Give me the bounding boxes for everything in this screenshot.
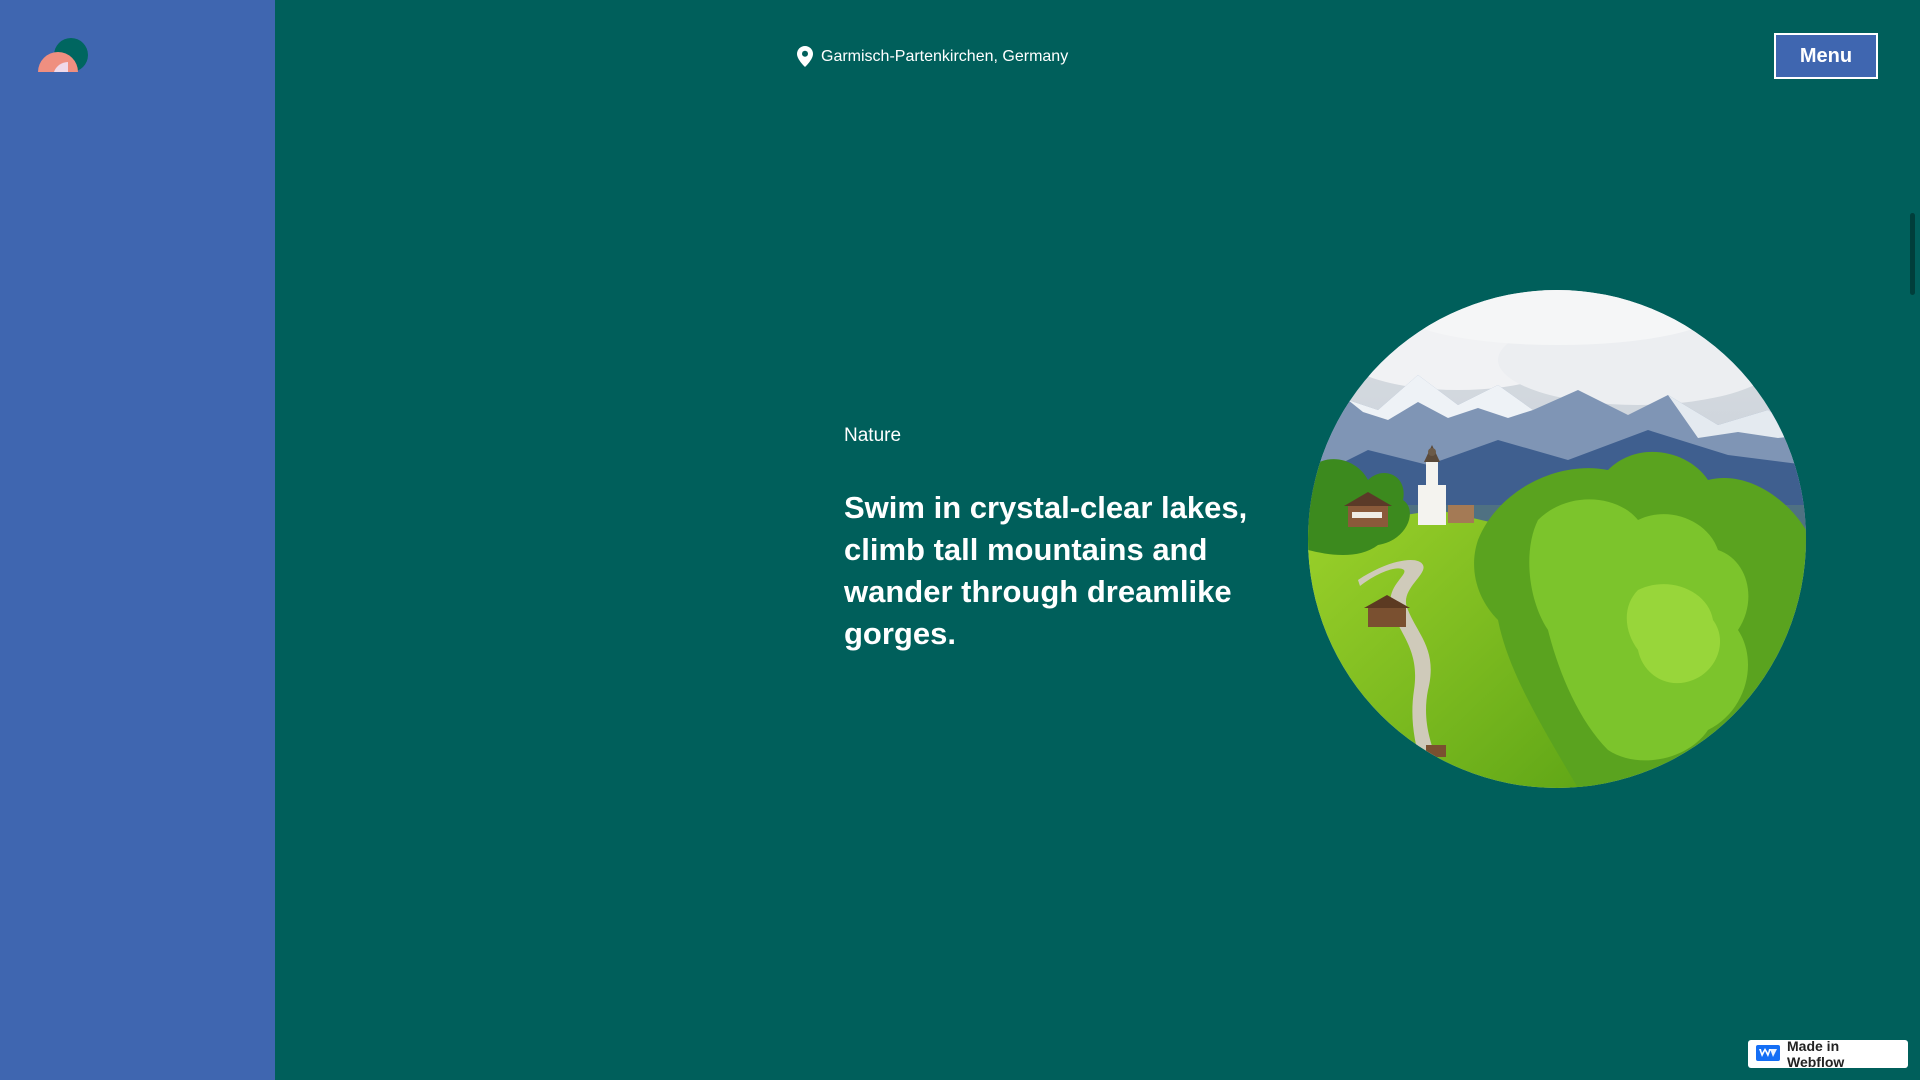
hero-headline: Swim in crystal-clear lakes, climb tall … (844, 490, 1248, 651)
section-eyebrow: Nature (844, 425, 902, 446)
scrollbar-thumb[interactable] (1910, 213, 1915, 295)
brand-logo[interactable] (36, 38, 94, 76)
landscape-photo (1308, 290, 1806, 788)
badge-label: Made in Webflow (1787, 1038, 1845, 1070)
menu-button[interactable]: Menu (1774, 33, 1878, 79)
location-text: Garmisch-Partenkirchen, Germany (821, 47, 1069, 65)
left-sidebar (0, 0, 275, 1080)
made-in-webflow-badge[interactable]: Made in Webflow (1748, 1038, 1908, 1070)
location-label: Garmisch-Partenkirchen, Germany (797, 46, 1068, 67)
location-pin-icon (797, 46, 813, 67)
webflow-logo-icon (1756, 1044, 1780, 1064)
